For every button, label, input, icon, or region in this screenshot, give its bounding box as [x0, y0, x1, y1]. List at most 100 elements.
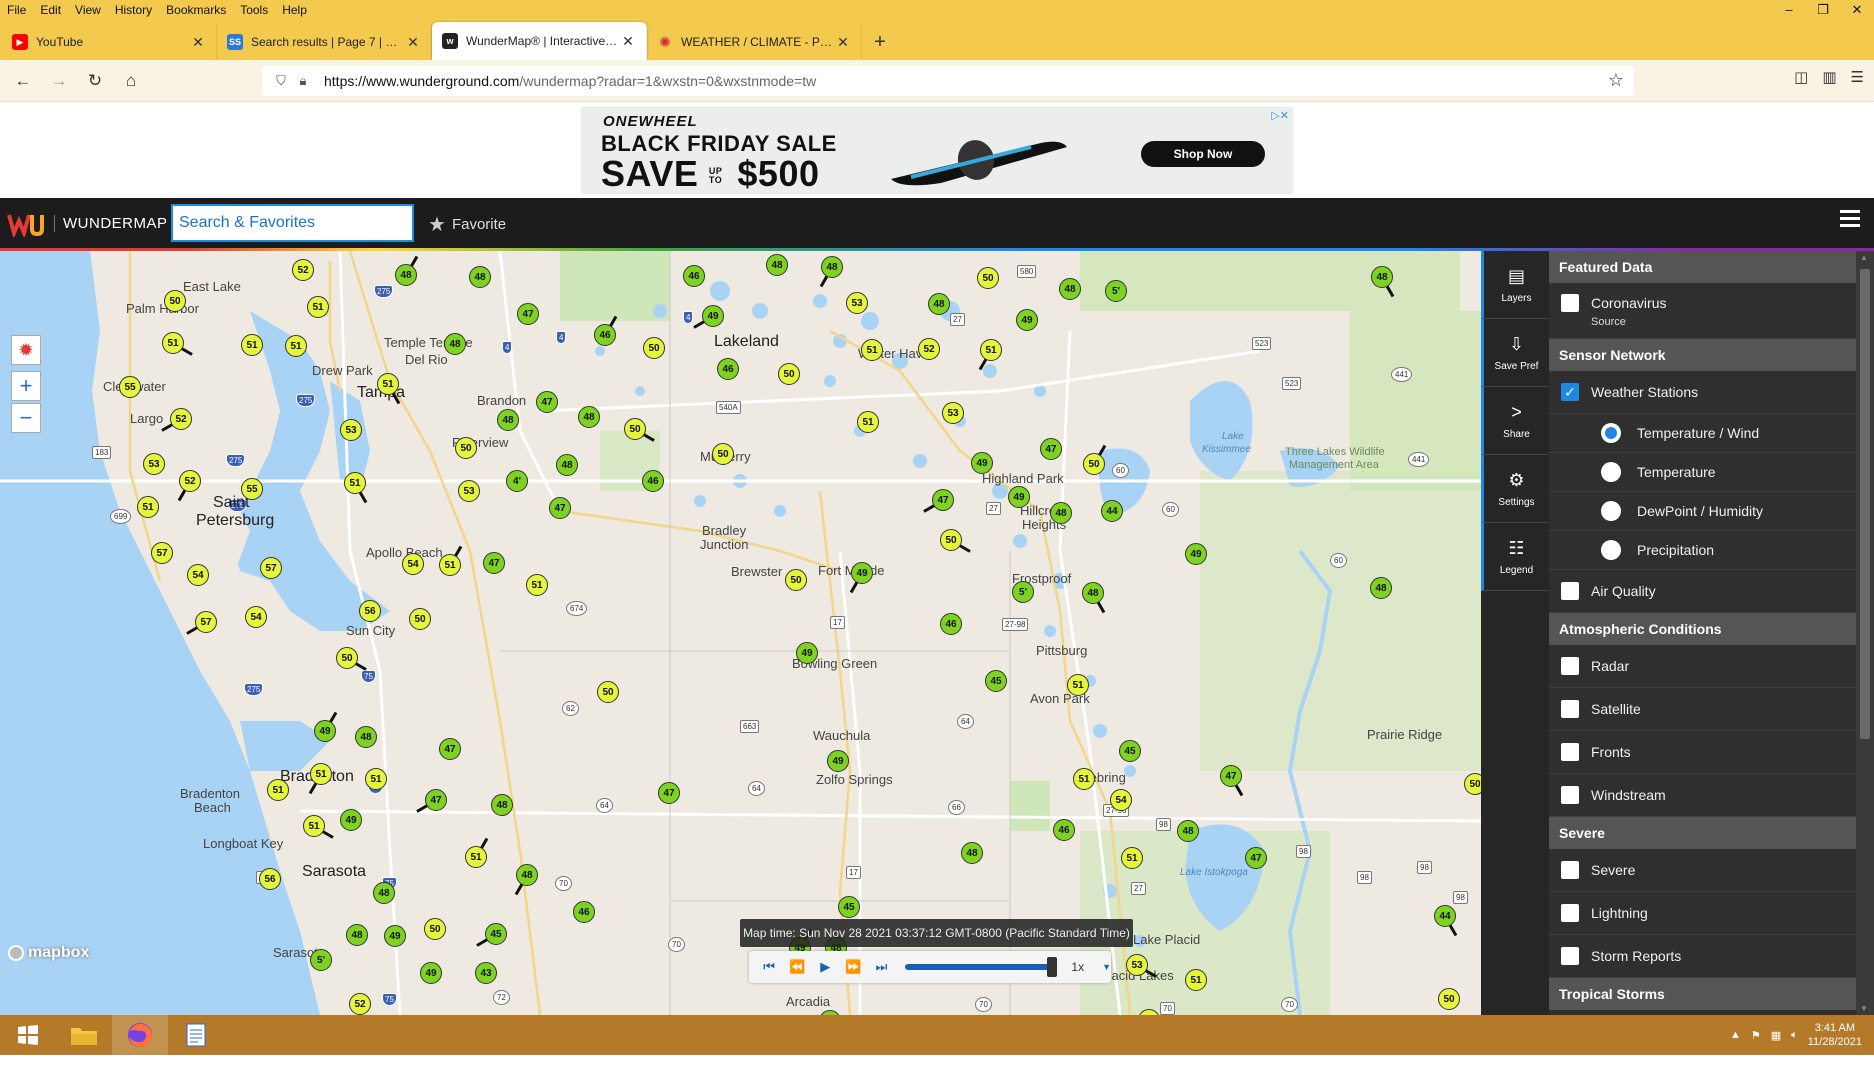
weather-station-marker[interactable]: 51: [1073, 768, 1095, 790]
weather-station-marker[interactable]: 48: [1050, 502, 1072, 524]
reload-icon[interactable]: ↻: [78, 65, 112, 97]
radar-checkbox[interactable]: [1561, 657, 1579, 675]
weather-station-marker[interactable]: 53: [942, 402, 964, 424]
weather-station-marker[interactable]: 51: [365, 768, 387, 790]
weather-station-marker[interactable]: 48: [1177, 820, 1199, 842]
app-menu-icon[interactable]: ☰: [1851, 68, 1864, 86]
weather-station-marker[interactable]: 46: [594, 324, 616, 346]
weather-station-marker[interactable]: 53: [340, 419, 362, 441]
search-favorites-input[interactable]: [171, 204, 414, 242]
weather-station-marker[interactable]: 51: [1067, 674, 1089, 696]
precipitation-radio[interactable]: [1601, 540, 1621, 560]
panel-scrollbar[interactable]: ▲ ▼: [1856, 251, 1874, 1015]
mode-temperature-wind[interactable]: Temperature / Wind: [1549, 414, 1856, 453]
weather-station-marker[interactable]: 50: [624, 418, 646, 440]
weather-station-marker[interactable]: 47: [536, 391, 558, 413]
weather-station-marker[interactable]: 50: [785, 569, 807, 591]
clock[interactable]: 3:41 AM 11/28/2021: [1808, 1021, 1862, 1049]
menu-history[interactable]: History: [108, 3, 159, 17]
weather-station-marker[interactable]: 48: [355, 726, 377, 748]
weather-station-marker[interactable]: 49: [384, 925, 406, 947]
weather-station-marker[interactable]: 48: [395, 264, 417, 286]
weather-station-marker[interactable]: 50: [409, 608, 431, 630]
weather-station-marker[interactable]: 45: [1119, 740, 1141, 762]
mode-precipitation[interactable]: Precipitation: [1549, 531, 1856, 570]
layer-satellite[interactable]: Satellite: [1549, 688, 1856, 731]
layers-button[interactable]: ▤ Layers: [1481, 251, 1549, 319]
weather-station-marker[interactable]: 48: [578, 406, 600, 428]
weather-station-marker[interactable]: 48: [516, 864, 538, 886]
scrollbar-thumb[interactable]: [1860, 269, 1870, 739]
menu-help[interactable]: Help: [275, 3, 314, 17]
weather-station-marker[interactable]: 48: [1370, 577, 1392, 599]
weather-station-marker[interactable]: 48: [469, 266, 491, 288]
weather-station-marker[interactable]: 51: [980, 339, 1002, 361]
weather-station-marker[interactable]: 46: [940, 613, 962, 635]
weather-station-marker[interactable]: 46: [642, 470, 664, 492]
address-bar[interactable]: ⛉ 🔒︎ https://www.wunderground.com/wunder…: [262, 66, 1634, 96]
weather-station-marker[interactable]: 47: [1245, 847, 1267, 869]
weather-station-marker[interactable]: 51: [526, 574, 548, 596]
tab-sosuave[interactable]: SS Search results | Page 7 | SoSuav ✕: [217, 24, 432, 60]
flag-icon[interactable]: ⚑: [1751, 1029, 1761, 1042]
layer-air-quality[interactable]: Air Quality: [1549, 570, 1856, 613]
weather-station-marker[interactable]: 53: [458, 480, 480, 502]
new-tab-button[interactable]: +: [862, 24, 898, 60]
play-icon[interactable]: ▶: [811, 959, 839, 975]
weather-station-marker[interactable]: 51: [307, 296, 329, 318]
weather-station-marker[interactable]: 54: [245, 606, 267, 628]
layer-weather-stations[interactable]: ✓ Weather Stations: [1549, 371, 1856, 414]
network-icon[interactable]: ▦: [1771, 1029, 1781, 1042]
weather-station-marker[interactable]: 52: [179, 470, 201, 492]
scroll-down-icon[interactable]: ▼: [1860, 1004, 1868, 1013]
weather-station-marker[interactable]: 46: [683, 265, 705, 287]
weather-station-marker[interactable]: 51: [303, 815, 325, 837]
weather-station-marker[interactable]: 49: [851, 562, 873, 584]
weather-station-marker[interactable]: 51: [1121, 847, 1143, 869]
weather-station-marker[interactable]: 49: [420, 962, 442, 984]
weather-station-marker[interactable]: 51: [137, 496, 159, 518]
favorite-button[interactable]: ★ Favorite: [428, 212, 506, 237]
lightning-checkbox[interactable]: [1561, 904, 1579, 922]
weather-station-marker[interactable]: 48: [373, 882, 395, 904]
weather-station-marker[interactable]: 49: [796, 642, 818, 664]
weather-station-marker[interactable]: 44: [1101, 500, 1123, 522]
weather-station-marker[interactable]: 48: [821, 256, 843, 278]
close-tab-icon[interactable]: ✕: [620, 33, 636, 50]
temperature-radio[interactable]: [1601, 462, 1621, 482]
zoom-in-button[interactable]: +: [11, 371, 41, 401]
scroll-up-icon[interactable]: ▲: [1860, 253, 1868, 262]
weather-station-marker[interactable]: 51: [285, 335, 307, 357]
forward-icon[interactable]: →: [42, 65, 76, 97]
weather-station-marker[interactable]: 51: [267, 779, 289, 801]
volume-icon[interactable]: 🔈︎: [1791, 1029, 1798, 1042]
mode-temperature[interactable]: Temperature: [1549, 453, 1856, 492]
speed-select[interactable]: 1x: [1071, 960, 1084, 974]
weather-station-marker[interactable]: 57: [151, 542, 173, 564]
home-icon[interactable]: ⌂: [114, 65, 148, 97]
weather-station-marker[interactable]: 48: [1082, 582, 1104, 604]
weather-station-marker[interactable]: 54: [187, 564, 209, 586]
menu-view[interactable]: View: [68, 3, 108, 17]
coronavirus-source-link[interactable]: Source: [1591, 316, 1626, 328]
firefox-button[interactable]: [112, 1015, 168, 1055]
dewpoint-radio[interactable]: [1601, 501, 1621, 521]
wu-logo[interactable]: WUNDERMAP: [6, 209, 168, 237]
close-window-icon[interactable]: ✕: [1840, 0, 1874, 20]
menu-edit[interactable]: Edit: [33, 3, 68, 17]
ad-choices-icon[interactable]: ▷✕: [1271, 109, 1289, 122]
mode-dewpoint-humidity[interactable]: DewPoint / Humidity: [1549, 492, 1856, 531]
weather-station-marker[interactable]: 48: [444, 333, 466, 355]
weather-station-marker[interactable]: 52: [918, 338, 940, 360]
tab-youtube[interactable]: ▶ YouTube ✕: [2, 24, 217, 60]
tray-expand-icon[interactable]: ▲: [1730, 1029, 1741, 1041]
weather-station-marker[interactable]: 45: [838, 896, 860, 918]
coronavirus-checkbox[interactable]: [1561, 293, 1579, 312]
weather-station-marker[interactable]: 49: [971, 452, 993, 474]
weather-station-marker[interactable]: 49: [1185, 543, 1207, 565]
weather-station-marker[interactable]: 4': [506, 470, 528, 492]
weather-station-marker[interactable]: 50: [336, 647, 358, 669]
weather-station-marker[interactable]: 50: [164, 290, 186, 312]
weather-station-marker[interactable]: 55: [119, 376, 141, 398]
temperature-wind-radio[interactable]: [1601, 423, 1621, 443]
